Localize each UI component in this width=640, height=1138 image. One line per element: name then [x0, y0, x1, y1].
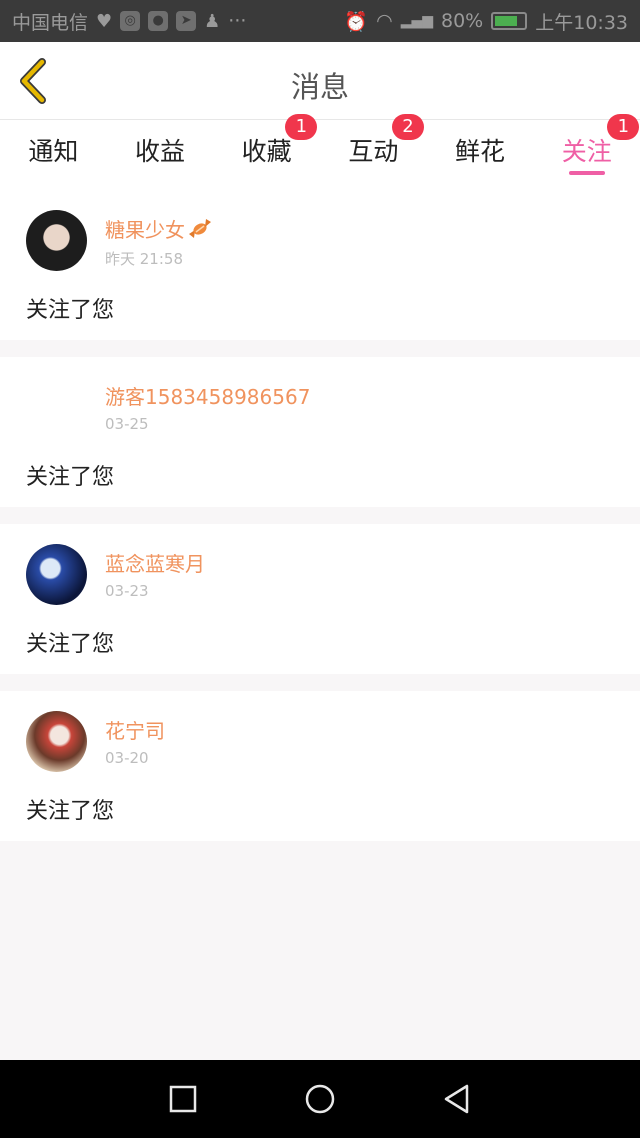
user-name[interactable]: 游客1583458986567 — [105, 381, 310, 410]
wifi-icon: ◠ — [376, 10, 393, 32]
chat-icon: ● — [148, 11, 169, 31]
more-dots-icon: ··· — [228, 10, 247, 32]
follow-message: 关注了您 — [26, 465, 115, 490]
follow-message: 关注了您 — [26, 632, 115, 657]
follow-message: 关注了您 — [26, 298, 115, 323]
back-nav-button[interactable] — [441, 1083, 473, 1115]
status-right: ⏰ ◠ ▂▄▆ 80% 上午10:33 — [344, 8, 628, 35]
carrier-label: 中国电信 — [12, 11, 89, 34]
follow-message: 关注了您 — [26, 799, 115, 824]
header: 消息 — [0, 42, 640, 120]
signal-icon: ▂▄▆ — [400, 13, 433, 29]
user-name-text: 花宁司 — [105, 719, 165, 743]
system-nav-bar — [0, 1060, 640, 1138]
avatar[interactable] — [26, 711, 87, 772]
follow-time: 03-23 — [105, 582, 149, 600]
tab-label: 关注 — [561, 137, 612, 166]
user-name[interactable]: 糖果少女 — [105, 214, 213, 243]
follow-time: 昨天 21:58 — [105, 250, 183, 268]
list-item[interactable]: 蓝念蓝寒月 03-23 关注了您 — [0, 524, 640, 674]
list-item[interactable]: 花宁司 03-20 关注了您 — [0, 691, 640, 841]
list-item[interactable]: 游客1583458986567 03-25 关注了您 — [0, 357, 640, 507]
user-name-text: 蓝念蓝寒月 — [105, 552, 205, 576]
browser-icon: ◎ — [120, 11, 141, 31]
interactions-badge: 2 — [392, 114, 425, 140]
tab-bar: 通知 收益 收藏 1 互动 2 鲜花 关注 1 — [0, 114, 640, 190]
avatar[interactable] — [26, 544, 87, 605]
recents-button[interactable] — [167, 1083, 199, 1115]
status-left: 中国电信 ♥ ◎ ● ➤ ♟ ··· — [12, 8, 246, 35]
user-name[interactable]: 花宁司 — [105, 715, 165, 744]
tab-label: 互动 — [348, 137, 399, 166]
tab-earnings[interactable]: 收益 — [107, 120, 214, 190]
tab-interactions[interactable]: 互动 2 — [320, 114, 427, 190]
avatar[interactable] — [26, 377, 87, 438]
battery-percent: 80% — [441, 10, 484, 32]
triangle-back-icon — [444, 1084, 469, 1114]
avatar[interactable] — [26, 210, 87, 271]
tab-label: 收益 — [135, 137, 186, 166]
tab-following[interactable]: 关注 1 — [533, 114, 640, 190]
tab-flowers[interactable]: 鲜花 — [427, 120, 534, 190]
tab-label: 收藏 — [241, 137, 292, 166]
candy-icon — [189, 219, 211, 238]
battery-icon — [491, 12, 528, 30]
follow-time: 03-25 — [105, 415, 149, 433]
telegram-icon: ➤ — [176, 11, 197, 31]
follow-time: 03-20 — [105, 749, 149, 767]
qq-icon: ♟ — [204, 10, 221, 32]
home-button[interactable] — [304, 1083, 336, 1115]
favorites-badge: 1 — [285, 114, 318, 140]
tab-label: 鲜花 — [455, 137, 506, 166]
list-item[interactable]: 糖果少女 昨天 21:58 关注了您 — [0, 190, 640, 340]
user-name-text: 游客1583458986567 — [105, 385, 311, 409]
square-icon — [169, 1085, 197, 1113]
status-bar: 中国电信 ♥ ◎ ● ➤ ♟ ··· ⏰ ◠ ▂▄▆ 80% 上午10:33 — [0, 0, 640, 42]
following-badge: 1 — [607, 114, 640, 140]
page-title: 消息 — [290, 70, 349, 104]
tab-notifications[interactable]: 通知 — [0, 120, 107, 190]
active-tab-indicator — [568, 171, 605, 175]
circle-icon — [305, 1084, 335, 1114]
tab-label: 通知 — [28, 137, 79, 166]
tab-favorites[interactable]: 收藏 1 — [213, 114, 320, 190]
user-name-text: 糖果少女 — [105, 218, 185, 242]
follow-list: 糖果少女 昨天 21:58 关注了您 游客1583458986567 03-25… — [0, 190, 640, 858]
clock: 上午10:33 — [535, 11, 628, 34]
user-name[interactable]: 蓝念蓝寒月 — [105, 548, 205, 577]
alarm-icon: ⏰ — [344, 10, 369, 33]
heart-icon: ♥ — [96, 10, 113, 32]
